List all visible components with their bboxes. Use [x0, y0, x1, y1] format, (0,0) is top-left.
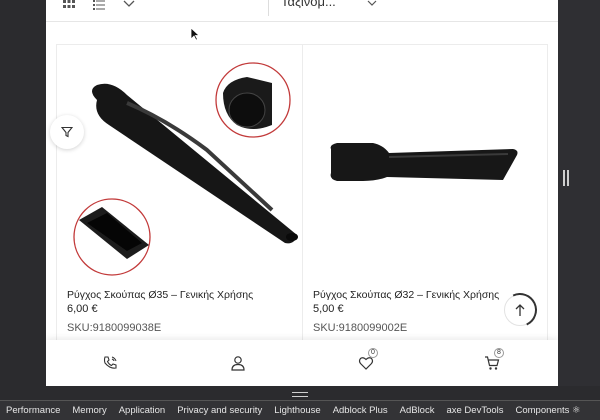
sort-chevron-icon	[367, 0, 377, 11]
filter-icon	[61, 126, 73, 138]
wishlist-count-badge: 0	[368, 348, 378, 358]
viewport-right-gutter	[558, 0, 600, 400]
tab-application[interactable]: Application	[113, 405, 171, 416]
product-sku: SKU:9180099038E	[67, 322, 162, 334]
product-title[interactable]: Ρύγχος Σκούπας Ø35 – Γενικής Χρήσης	[67, 289, 253, 301]
product-sku: SKU:9180099002E	[313, 322, 408, 334]
account-button[interactable]	[228, 353, 248, 373]
tab-privacy-and-security[interactable]: Privacy and security	[171, 405, 268, 416]
product-image[interactable]	[57, 45, 303, 285]
product-grid: Ρύγχος Σκούπας Ø35 – Γενικής Χρήσης 6,00…	[56, 44, 549, 345]
product-price: 5,00 €	[313, 303, 344, 315]
tab-performance[interactable]: Performance	[0, 405, 66, 416]
sort-select-label: Ταξινόμ...	[281, 0, 336, 9]
shop-toolbar: Ταξινόμ...	[46, 0, 558, 22]
product-card[interactable]: Ρύγχος Σκούπας Ø35 – Γενικής Χρήσης 6,00…	[57, 45, 303, 345]
cart-button[interactable]: 8	[482, 348, 504, 373]
scroll-to-top-button[interactable]	[498, 288, 542, 332]
tab-axe-devtools[interactable]: axe DevTools	[440, 405, 509, 416]
product-price: 6,00 €	[67, 303, 98, 315]
user-icon	[231, 356, 245, 371]
tab-adblock-plus[interactable]: Adblock Plus	[327, 405, 394, 416]
product-title[interactable]: Ρύγχος Σκούπας Ø32 – Γενικής Χρήσης	[313, 289, 499, 301]
phone-button[interactable]	[100, 353, 120, 373]
shop-page: Ταξινόμ... Ρύγχος Σκούπας Ø35 – Γενικής …	[46, 0, 558, 386]
product-image[interactable]	[303, 45, 549, 285]
tab-adblock[interactable]: AdBlock	[394, 405, 441, 416]
viewport-resize-handle[interactable]	[563, 170, 569, 186]
mouse-cursor-icon	[190, 27, 200, 41]
cart-count-badge: 8	[494, 348, 504, 358]
list-icon[interactable]	[92, 0, 106, 10]
filter-button[interactable]	[50, 115, 84, 149]
sort-select[interactable]: Ταξινόμ...	[268, 0, 418, 16]
chevron-down-icon[interactable]	[122, 0, 136, 10]
bottom-nav: 0 8	[46, 340, 558, 386]
grid-icon[interactable]	[62, 0, 76, 10]
phone-icon	[103, 356, 117, 369]
wishlist-button[interactable]: 0	[356, 348, 378, 373]
tab-lighthouse[interactable]: Lighthouse	[268, 405, 326, 416]
viewport-left-gutter	[0, 0, 46, 386]
devtools-tab-bar: Performance Memory Application Privacy a…	[0, 400, 600, 420]
devtools-drag-handle[interactable]	[292, 392, 308, 397]
tab-memory[interactable]: Memory	[66, 405, 112, 416]
tab-components[interactable]: Components ⚛	[510, 405, 587, 416]
